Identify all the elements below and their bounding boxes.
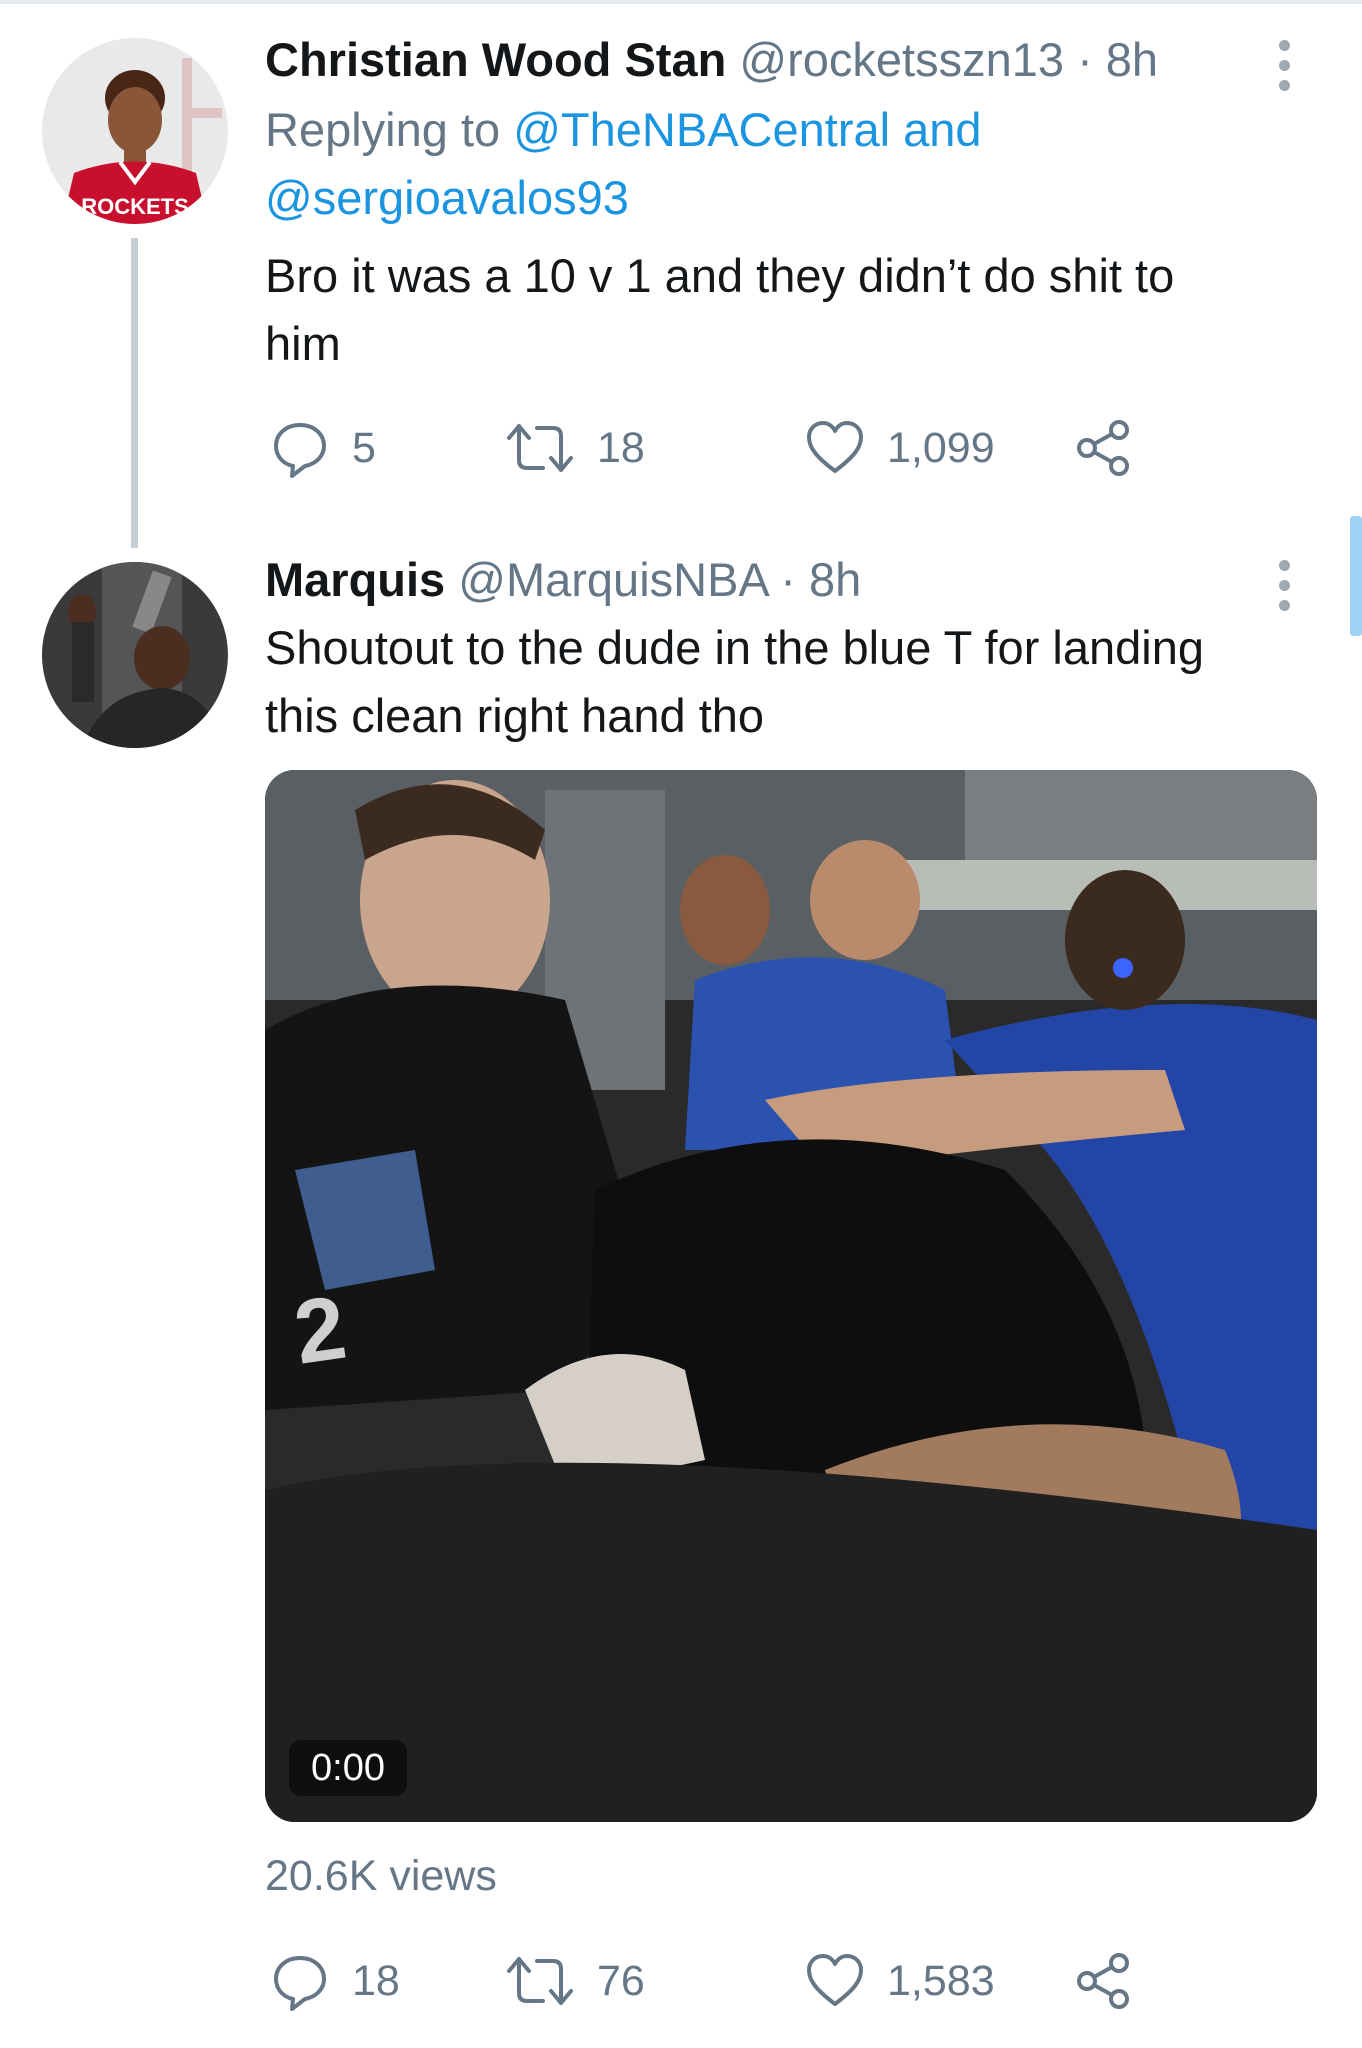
tweet-text-line: this clean right hand tho	[265, 689, 765, 742]
tweet-text: Shoutout to the dude in the blue T for l…	[265, 614, 1325, 750]
tweet-text: Bro it was a 10 v 1 and they didn’t do s…	[265, 242, 1325, 378]
retweet-button[interactable]: 18	[505, 413, 645, 483]
handle[interactable]: @MarquisNBA	[458, 553, 767, 606]
share-icon	[1077, 1953, 1129, 2009]
more-button[interactable]	[1264, 36, 1304, 96]
handle[interactable]: @rocketsszn13	[739, 33, 1064, 86]
video-thumbnail: 2	[265, 770, 1317, 1822]
reply-button[interactable]: 5	[270, 413, 376, 483]
video-time-badge: 0:00	[289, 1740, 407, 1796]
tweet-body: Marquis @MarquisNBA · 8h Shoutout to the…	[265, 552, 1325, 750]
tweet-text-line: Bro it was a 10 v 1 and they didn’t do s…	[265, 249, 1175, 302]
tweet-text-line: him	[265, 317, 341, 370]
tweet-1[interactable]: ROCKETS Christian Wood Stan @rocketsszn1…	[0, 0, 1362, 548]
reply-count: 18	[352, 1956, 400, 2005]
heart-icon	[807, 421, 863, 473]
thread-line	[131, 238, 138, 548]
more-dot	[1279, 60, 1290, 71]
avatar-image: ROCKETS	[42, 38, 228, 224]
avatar-jersey-text: ROCKETS	[81, 194, 189, 219]
display-name[interactable]: Marquis	[265, 553, 445, 606]
retweet-button[interactable]: 76	[505, 1946, 645, 2016]
like-count: 1,583	[887, 1956, 995, 2005]
like-button[interactable]: 1,583	[805, 1946, 995, 2016]
reply-button[interactable]: 18	[270, 1946, 400, 2016]
retweet-count: 76	[597, 1956, 645, 2005]
more-vertical-icon	[1279, 560, 1290, 571]
more-vertical-icon	[1279, 40, 1290, 51]
reply-count: 5	[352, 423, 376, 472]
more-button[interactable]	[1264, 556, 1304, 616]
like-button[interactable]: 1,099	[805, 413, 995, 483]
share-button[interactable]	[1075, 1946, 1135, 2016]
tweet-header: Marquis @MarquisNBA · 8h	[265, 552, 1325, 608]
mention-link[interactable]: @sergioavalos93	[265, 171, 629, 224]
retweet-icon	[507, 1957, 573, 2005]
action-bar: 18 76 1,583	[265, 1946, 1165, 2016]
share-button[interactable]	[1075, 413, 1135, 483]
retweet-count: 18	[597, 423, 645, 472]
display-name[interactable]: Christian Wood Stan	[265, 33, 726, 86]
replying-to: Replying to @TheNBACentral and @sergioav…	[265, 96, 1325, 232]
more-dot	[1279, 80, 1290, 91]
like-count: 1,099	[887, 423, 995, 472]
timestamp[interactable]: 8h	[809, 553, 861, 606]
replying-prefix: Replying to	[265, 103, 501, 156]
more-dot	[1279, 580, 1290, 591]
avatar-image	[42, 562, 228, 748]
view-count: 20.6K views	[265, 1852, 497, 1900]
mention-and[interactable]: and	[903, 103, 981, 156]
heart-icon	[807, 1954, 863, 2006]
timestamp[interactable]: 8h	[1106, 33, 1158, 86]
mention-link[interactable]: @TheNBACentral	[513, 103, 890, 156]
avatar[interactable]	[42, 562, 228, 748]
retweet-icon	[507, 424, 573, 472]
share-icon	[1077, 420, 1129, 476]
separator: ·	[1077, 33, 1093, 86]
separator: ·	[780, 553, 796, 606]
more-dot	[1279, 600, 1290, 611]
reply-icon	[274, 1956, 326, 2011]
tweet-text-line: Shoutout to the dude in the blue T for l…	[265, 621, 1204, 674]
video-player[interactable]: 2 0:00	[265, 770, 1317, 1822]
tweet-header: Christian Wood Stan @rocketsszn13 · 8h	[265, 32, 1325, 88]
action-bar: 5 18 1,099	[265, 413, 1165, 483]
reply-icon	[274, 423, 326, 478]
tweet-body: Christian Wood Stan @rocketsszn13 · 8h R…	[265, 32, 1325, 378]
avatar[interactable]: ROCKETS	[42, 38, 228, 224]
